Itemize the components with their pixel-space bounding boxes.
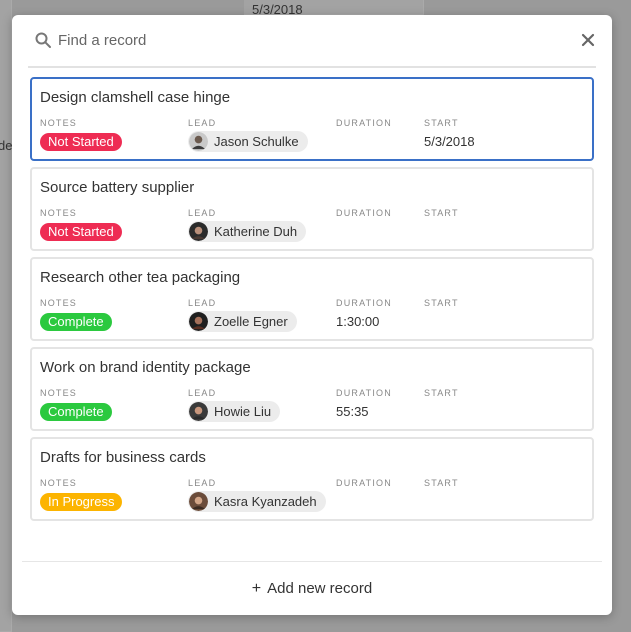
background-partial-text: de [0,138,13,153]
lead-pill: Katherine Duh [188,221,307,242]
start-label: START [424,388,459,398]
status-badge: Not Started [40,133,122,151]
record-card[interactable]: Design clamshell case hinge NOTES LEAD D… [30,77,594,161]
lead-pill: Jason Schulke [188,131,308,152]
duration-label: DURATION [336,118,392,128]
duration-label: DURATION [336,208,392,218]
record-card[interactable]: Source battery supplier NOTES LEAD DURAT… [30,167,594,251]
search-bar [12,15,612,67]
avatar [189,222,208,241]
add-new-record-button[interactable]: + Add new record [12,575,612,603]
lead-label: LEAD [188,118,217,128]
lead-name: Jason Schulke [214,134,299,149]
avatar [189,132,208,151]
lead-name: Zoelle Egner [214,314,288,329]
lead-pill: Kasra Kyanzadeh [188,491,326,512]
record-title: Design clamshell case hinge [40,89,231,106]
footer-divider [22,561,602,562]
record-card[interactable]: Drafts for business cards NOTES LEAD DUR… [30,437,594,521]
lead-pill: Zoelle Egner [188,311,297,332]
avatar [189,402,208,421]
status-badge: Not Started [40,223,122,241]
background-column [0,0,12,632]
duration-value: 55:35 [336,404,369,419]
duration-label: DURATION [336,298,392,308]
search-divider [28,66,596,68]
record-title: Work on brand identity package [40,359,251,376]
status-badge: Complete [40,403,112,421]
status-badge: Complete [40,313,112,331]
search-icon [35,32,51,48]
avatar [189,312,208,331]
start-label: START [424,118,459,128]
notes-label: NOTES [40,298,78,308]
record-picker-dialog: Design clamshell case hinge NOTES LEAD D… [12,15,612,615]
record-card[interactable]: Research other tea packaging NOTES LEAD … [30,257,594,341]
notes-label: NOTES [40,388,78,398]
lead-pill: Howie Liu [188,401,281,422]
record-title: Research other tea packaging [40,269,241,286]
notes-label: NOTES [40,118,78,128]
record-title: Drafts for business cards [40,449,206,466]
search-input[interactable] [58,27,558,53]
lead-label: LEAD [188,208,217,218]
plus-icon: + [251,580,262,597]
start-label: START [424,298,459,308]
notes-label: NOTES [40,208,78,218]
record-title: Source battery supplier [40,179,195,196]
close-icon[interactable] [580,32,596,48]
record-list: Design clamshell case hinge NOTES LEAD D… [30,77,594,527]
duration-value: 1:30:00 [336,314,380,329]
lead-name: Kasra Kyanzadeh [214,494,317,509]
lead-label: LEAD [188,298,217,308]
duration-label: DURATION [336,388,392,398]
start-label: START [424,478,459,488]
notes-label: NOTES [40,478,78,488]
add-record-label: Add new record [267,580,373,597]
avatar [189,492,208,511]
lead-label: LEAD [188,478,217,488]
start-label: START [424,208,459,218]
lead-name: Howie Liu [214,404,272,419]
lead-label: LEAD [188,388,217,398]
duration-label: DURATION [336,478,392,488]
status-badge: In Progress [40,493,123,511]
lead-name: Katherine Duh [214,224,298,239]
record-card[interactable]: Work on brand identity package NOTES LEA… [30,347,594,431]
start-value: 5/3/2018 [424,134,475,149]
